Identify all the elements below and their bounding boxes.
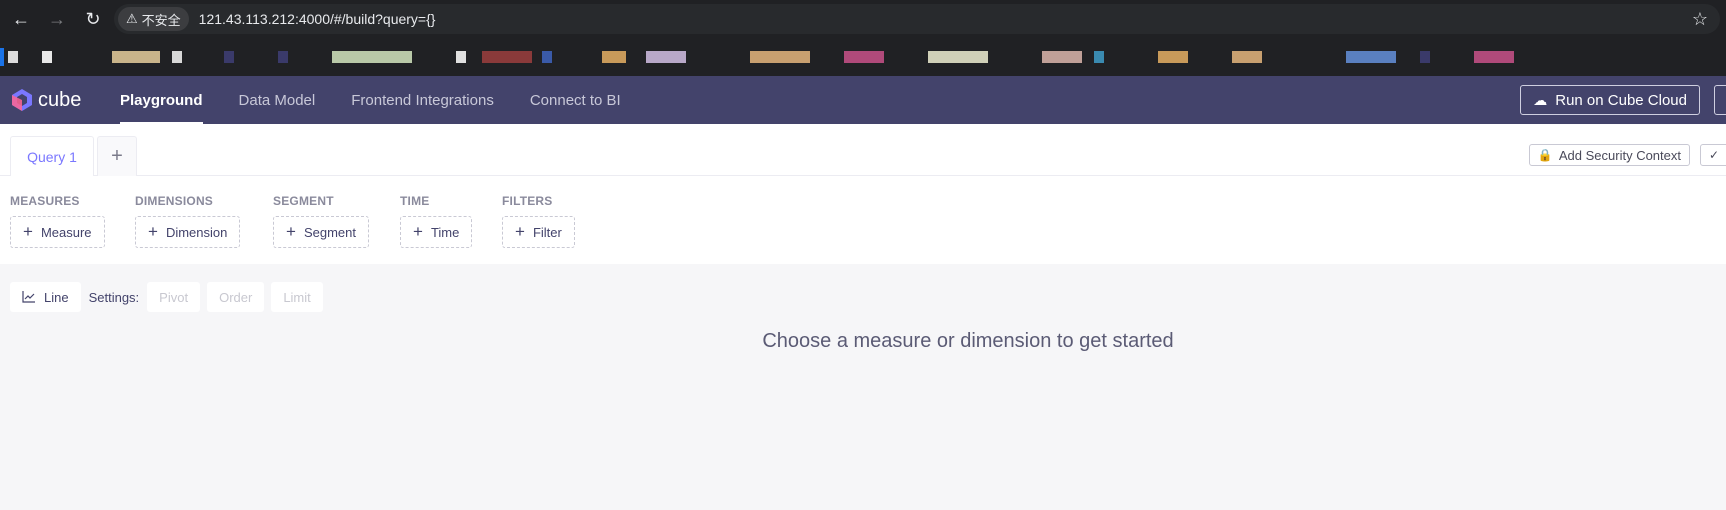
logo-text: cube bbox=[38, 88, 82, 111]
add-segment-label: Segment bbox=[303, 224, 356, 240]
nav-tab-frontend-integrations[interactable]: Frontend Integrations bbox=[351, 76, 494, 124]
bookmark-item[interactable] bbox=[1158, 51, 1188, 63]
plus-icon: + bbox=[286, 222, 296, 241]
add-security-context-button[interactable]: 🔒 Add Security Context bbox=[1528, 144, 1690, 166]
bookmark-star-icon[interactable]: ☆ bbox=[1692, 9, 1708, 30]
tab-label: Query 1 bbox=[27, 148, 77, 165]
cube-logo[interactable]: cube bbox=[10, 88, 120, 112]
nav-tab-label: Playground bbox=[120, 91, 203, 109]
bookmark-item[interactable] bbox=[602, 51, 626, 63]
settings-label: Settings: bbox=[88, 289, 140, 305]
cloud-icon: ☁ bbox=[1533, 91, 1548, 108]
bookmark-item[interactable] bbox=[112, 51, 160, 63]
bookmark-item[interactable] bbox=[8, 51, 18, 63]
add-dimension-label: Dimension bbox=[165, 224, 228, 240]
forward-icon[interactable]: → bbox=[42, 4, 72, 34]
add-time-button[interactable]: + Time bbox=[400, 216, 473, 248]
time-label: TIME bbox=[400, 194, 430, 208]
nav-tab-label: Connect to BI bbox=[529, 91, 621, 109]
bookmark-item[interactable] bbox=[482, 51, 532, 63]
limit-button[interactable]: Limit bbox=[271, 282, 323, 312]
app-header: cube Playground Data Model Frontend Inte… bbox=[0, 76, 1726, 124]
bookmark-item[interactable] bbox=[1042, 51, 1082, 63]
add-filter-label: Filter bbox=[532, 224, 562, 240]
nav-tab-data-model[interactable]: Data Model bbox=[239, 76, 316, 124]
bookmark-item[interactable] bbox=[646, 51, 686, 63]
address-bar[interactable]: ⚠ 不安全 121.43.113.212:4000/#/build?query=… bbox=[114, 4, 1720, 34]
pivot-button[interactable]: Pivot bbox=[147, 282, 201, 312]
cube-logo-icon bbox=[12, 89, 32, 111]
segment-label: SEGMENT bbox=[273, 194, 334, 208]
plus-icon: + bbox=[413, 222, 423, 241]
security-context-label: Add Security Context bbox=[1558, 147, 1681, 163]
run-on-cube-cloud-label: Run on Cube Cloud bbox=[1555, 91, 1687, 109]
results-toolbar: Line Settings: Pivot Order Limit bbox=[10, 282, 330, 312]
warning-icon: ⚠ bbox=[126, 11, 138, 26]
order-button[interactable]: Order bbox=[207, 282, 265, 312]
bookmark-item[interactable] bbox=[750, 51, 810, 63]
dimensions-group: DIMENSIONS + Dimension bbox=[135, 194, 241, 248]
url-text[interactable]: 121.43.113.212:4000/#/build?query={} bbox=[199, 11, 436, 27]
bookmark-item[interactable] bbox=[332, 51, 412, 63]
line-chart-icon bbox=[22, 291, 35, 303]
bookmark-item[interactable] bbox=[278, 51, 288, 63]
bookmark-item[interactable] bbox=[1474, 51, 1514, 63]
segment-group: SEGMENT + Segment bbox=[273, 194, 369, 248]
add-dimension-button[interactable]: + Dimension bbox=[135, 216, 241, 248]
plus-icon: + bbox=[111, 145, 123, 167]
bookmark-item[interactable] bbox=[542, 51, 552, 63]
add-time-label: Time bbox=[430, 224, 460, 240]
nav-tab-label: Frontend Integrations bbox=[351, 91, 494, 109]
plus-icon: + bbox=[515, 222, 525, 241]
query-tabs-bar: Query 1 + 🔒 Add Security Context ✓ bbox=[0, 124, 1726, 176]
bookmark-item[interactable] bbox=[172, 51, 182, 63]
browser-toolbar: ← → ↻ ⚠ 不安全 121.43.113.212:4000/#/build?… bbox=[0, 0, 1726, 38]
filters-label: FILTERS bbox=[502, 194, 553, 208]
order-label: Order bbox=[219, 289, 253, 305]
pivot-label: Pivot bbox=[159, 289, 189, 305]
nav-tab-label: Data Model bbox=[238, 91, 316, 109]
run-on-cube-cloud-button[interactable]: ☁ Run on Cube Cloud bbox=[1520, 85, 1700, 115]
bookmarks-bar bbox=[0, 38, 1726, 76]
bookmark-item[interactable] bbox=[844, 51, 884, 63]
plus-icon: + bbox=[148, 222, 158, 241]
measures-group: MEASURES + Measure bbox=[10, 194, 105, 248]
query-builder-members: MEASURES + Measure DIMENSIONS + Dimensio… bbox=[0, 176, 1726, 264]
bookmark-item[interactable] bbox=[1094, 51, 1104, 63]
add-measure-button[interactable]: + Measure bbox=[10, 216, 105, 248]
dimensions-label: DIMENSIONS bbox=[135, 194, 214, 208]
bookmark-item[interactable] bbox=[928, 51, 988, 63]
time-group: TIME + Time bbox=[400, 194, 473, 248]
chart-type-label: Line bbox=[44, 289, 69, 305]
limit-label: Limit bbox=[283, 289, 311, 305]
add-filter-button[interactable]: + Filter bbox=[502, 216, 575, 248]
bookmark-item[interactable] bbox=[1346, 51, 1396, 63]
tab-query-1[interactable]: Query 1 bbox=[10, 136, 94, 176]
measures-label: MEASURES bbox=[10, 194, 80, 208]
bookmark-item[interactable] bbox=[456, 51, 466, 63]
header-extra-button[interactable] bbox=[1714, 85, 1726, 115]
bolt-icon: ✓ bbox=[1709, 148, 1720, 162]
bookmark-item[interactable] bbox=[42, 51, 52, 63]
bolt-button[interactable]: ✓ bbox=[1700, 144, 1726, 166]
security-indicator[interactable]: ⚠ 不安全 bbox=[118, 7, 189, 31]
security-label: 不安全 bbox=[141, 12, 181, 28]
empty-state-message: Choose a measure or dimension to get sta… bbox=[762, 330, 1174, 352]
bookmark-item[interactable] bbox=[0, 48, 4, 66]
lock-icon: 🔒 bbox=[1537, 148, 1553, 162]
back-icon[interactable]: ← bbox=[6, 4, 36, 34]
nav-tab-connect-to-bi[interactable]: Connect to BI bbox=[530, 76, 621, 124]
plus-icon: + bbox=[23, 222, 33, 241]
bookmark-item[interactable] bbox=[1232, 51, 1262, 63]
add-segment-button[interactable]: + Segment bbox=[273, 216, 369, 248]
bookmark-item[interactable] bbox=[1420, 51, 1430, 63]
reload-icon[interactable]: ↻ bbox=[78, 4, 108, 34]
add-query-tab-button[interactable]: + bbox=[97, 136, 137, 176]
bookmark-item[interactable] bbox=[224, 51, 234, 63]
add-measure-label: Measure bbox=[40, 224, 92, 240]
chart-type-button[interactable]: Line bbox=[10, 282, 81, 312]
nav-tab-playground[interactable]: Playground bbox=[120, 76, 203, 124]
filters-group: FILTERS + Filter bbox=[502, 194, 575, 248]
